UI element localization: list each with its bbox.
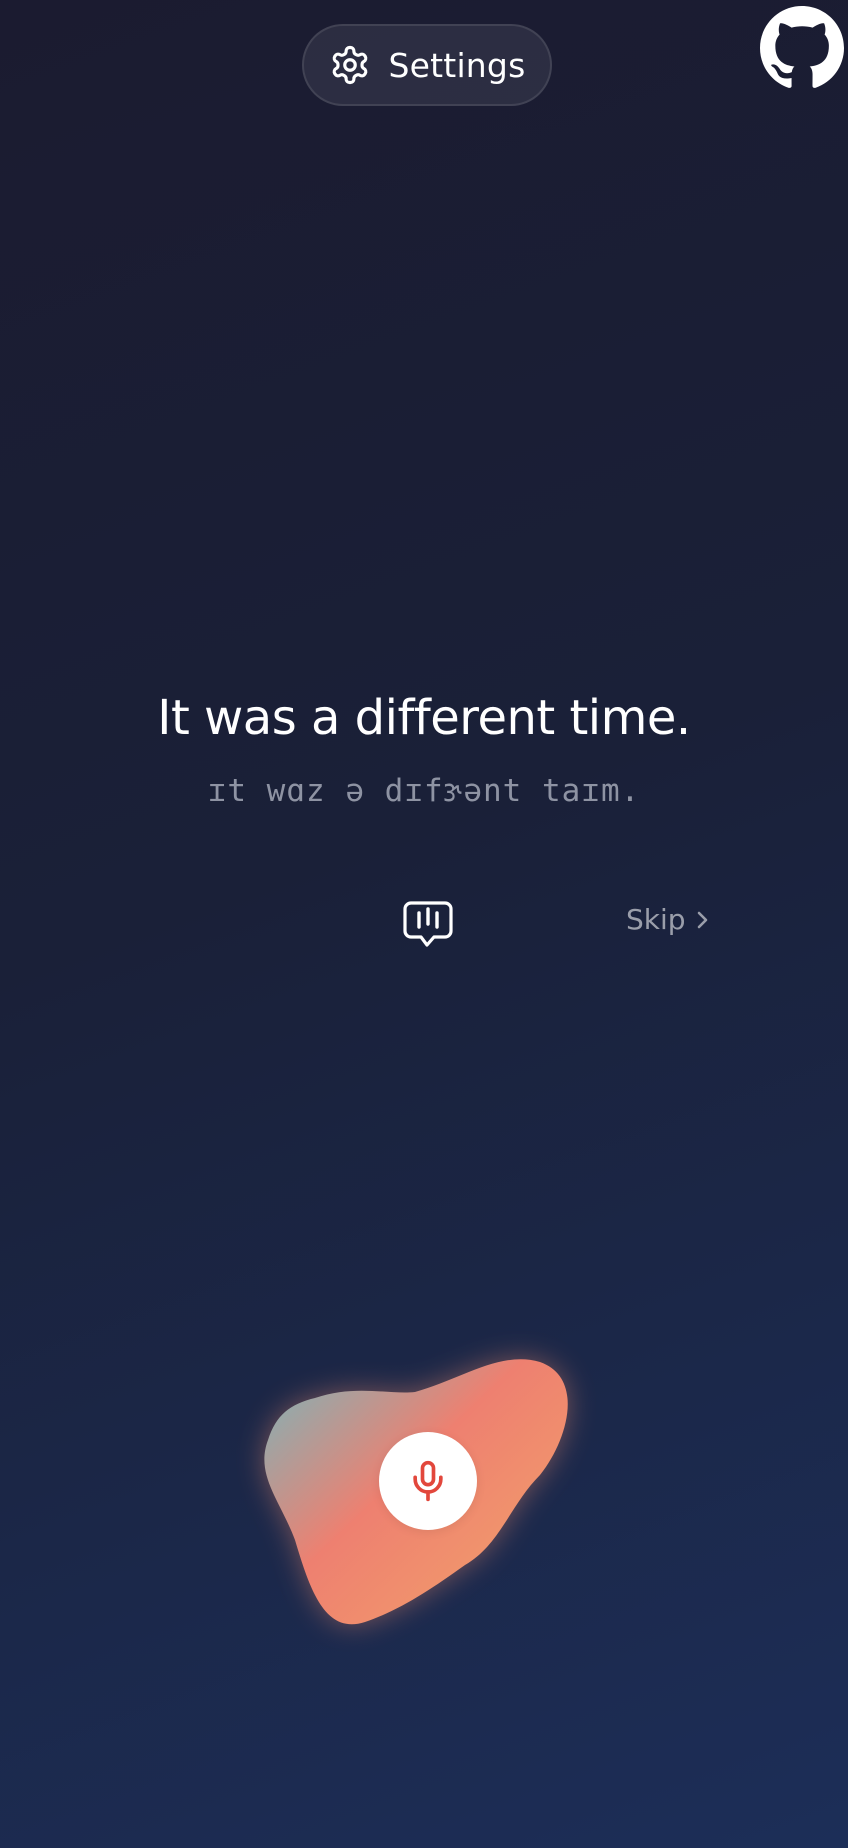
practice-sentence: It was a different time. [157, 690, 691, 746]
speech-bubble-audio-icon [403, 901, 453, 947]
settings-button[interactable]: Settings [302, 24, 552, 106]
skip-button[interactable]: Skip [626, 903, 712, 936]
settings-label: Settings [388, 45, 526, 85]
listen-button[interactable] [402, 898, 454, 950]
ipa-transcription: ɪt wɑz ə dɪfɝənt taɪm. [207, 773, 641, 809]
gear-icon [329, 44, 371, 86]
record-button[interactable] [379, 1432, 477, 1530]
github-icon [760, 6, 844, 88]
skip-label: Skip [626, 903, 686, 936]
github-link[interactable] [760, 6, 844, 90]
chevron-right-icon [694, 906, 712, 934]
microphone-icon [406, 1459, 450, 1503]
